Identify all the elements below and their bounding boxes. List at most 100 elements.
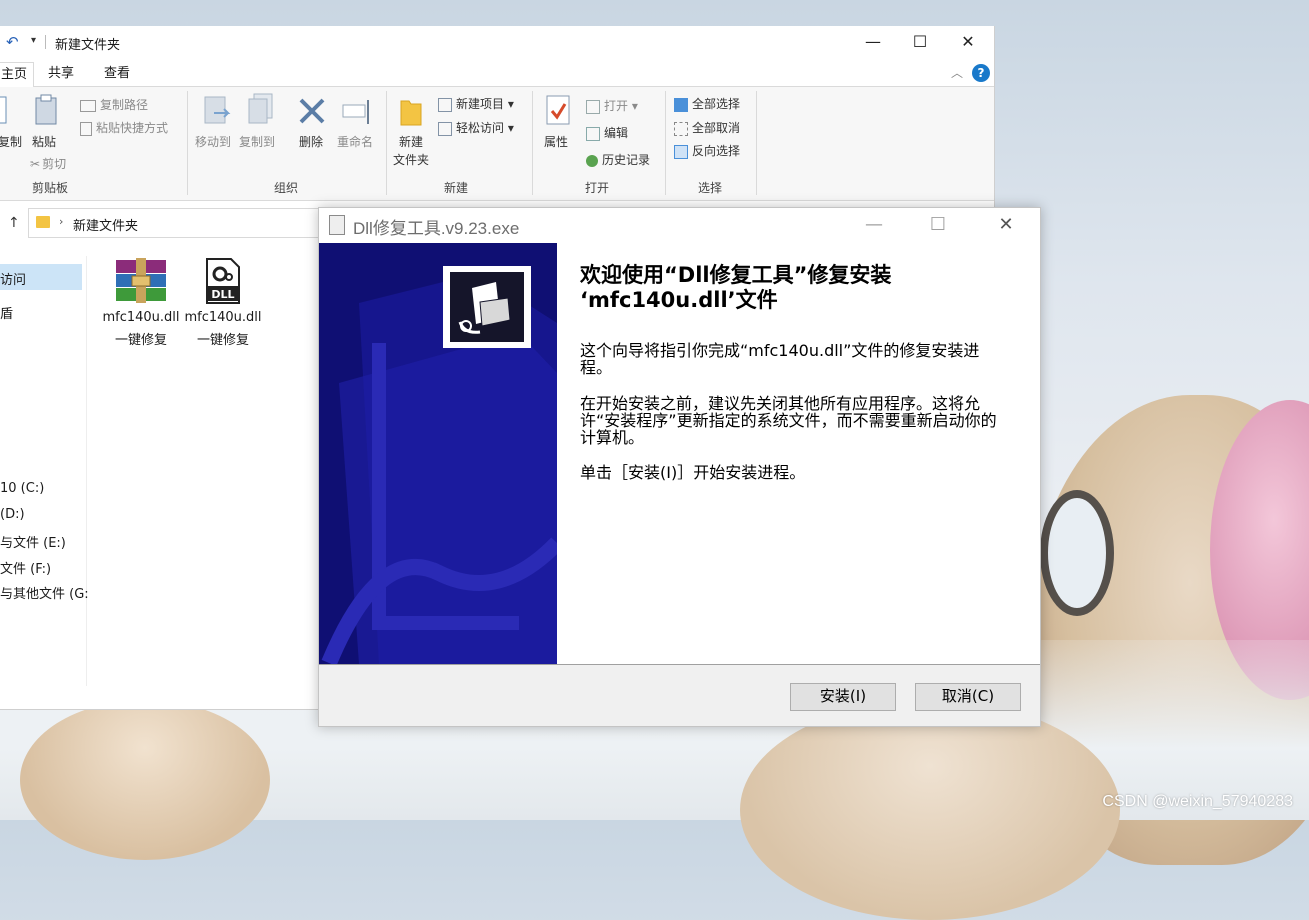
properties-label[interactable]: 属性 xyxy=(544,133,568,150)
ribbon-divider xyxy=(756,91,757,195)
copy-path-button[interactable]: 复制路径 xyxy=(80,96,148,113)
file-name: mfc140u.dll xyxy=(102,310,180,325)
installer-logo-icon xyxy=(450,272,524,342)
invert-selection-button[interactable]: 反向选择 xyxy=(674,142,740,159)
minimize-button[interactable]: — xyxy=(850,28,896,56)
quick-access-dropdown-icon[interactable]: ▾ xyxy=(31,35,36,46)
nav-item-desktop[interactable]: 盾 xyxy=(0,303,13,322)
cancel-button[interactable]: 取消(C) xyxy=(915,683,1021,711)
help-icon[interactable]: ? xyxy=(972,64,990,82)
open-button[interactable]: 打开 ▾ xyxy=(586,97,638,114)
select-group-label: 选择 xyxy=(698,181,723,195)
installer-dialog: Dll修复工具.v9.23.exe — ☐ ✕ 欢迎使用“Dll修复工具”修复安… xyxy=(318,207,1041,727)
select-all-label: 全部选择 xyxy=(692,97,741,111)
rename-icon[interactable] xyxy=(342,99,372,125)
nav-item-drive-e[interactable]: 与文件 (E:) xyxy=(0,532,66,551)
undo-icon[interactable]: ↶ xyxy=(6,33,19,51)
new-group-label: 新建 xyxy=(444,181,469,195)
copy-label[interactable]: 复制 xyxy=(0,133,22,150)
file-item[interactable]: mfc140u.dll 一键修复 xyxy=(101,258,181,348)
up-arrow-icon[interactable]: ↑ xyxy=(8,215,20,231)
select-none-icon xyxy=(674,121,688,136)
nav-item-drive-d[interactable]: (D:) xyxy=(0,507,25,522)
dialog-heading-line-1: 欢迎使用“Dll修复工具”修复安装 xyxy=(580,263,892,287)
properties-icon[interactable] xyxy=(546,95,572,127)
maximize-button[interactable]: ☐ xyxy=(897,28,943,56)
dialog-heading-line-2: ‘mfc140u.dll’文件 xyxy=(580,288,778,312)
copy-to-icon[interactable] xyxy=(246,93,276,127)
ribbon-divider xyxy=(386,91,387,195)
paste-shortcut-button[interactable]: 粘贴快捷方式 xyxy=(80,119,168,136)
dialog-heading: 欢迎使用“Dll修复工具”修复安装 ‘mfc140u.dll’文件 xyxy=(580,263,1020,313)
edit-label: 编辑 xyxy=(604,126,629,140)
dialog-body: 欢迎使用“Dll修复工具”修复安装 ‘mfc140u.dll’文件 这个向导将指… xyxy=(319,243,1040,665)
copy-path-icon xyxy=(80,99,96,112)
paste-label[interactable]: 粘贴 xyxy=(32,133,56,150)
dialog-titlebar: Dll修复工具.v9.23.exe — ☐ ✕ xyxy=(319,208,1040,243)
explorer-titlebar: ↶ ▾ 新建文件夹 — ☐ ✕ xyxy=(0,26,994,58)
new-folder-icon[interactable] xyxy=(399,97,423,127)
ribbon-divider xyxy=(532,91,533,195)
dialog-close-button[interactable]: ✕ xyxy=(983,210,1029,240)
paste-shortcut-label: 粘贴快捷方式 xyxy=(96,121,169,135)
nav-item-drive-f[interactable]: 文件 (F:) xyxy=(0,558,51,577)
tab-home[interactable]: 主页 xyxy=(0,62,34,88)
new-item-button[interactable]: 新建项目 ▾ xyxy=(438,95,514,112)
edit-button[interactable]: 编辑 xyxy=(586,124,628,141)
app-icon xyxy=(329,215,345,235)
open-group-label: 打开 xyxy=(585,181,610,195)
move-to-icon[interactable] xyxy=(202,95,232,127)
file-subtitle: 一键修复 xyxy=(196,333,249,348)
close-button[interactable]: ✕ xyxy=(945,28,991,56)
install-button[interactable]: 安装(I) xyxy=(790,683,896,711)
open-icon xyxy=(586,99,600,114)
invert-selection-label: 反向选择 xyxy=(692,144,741,158)
nav-item-drive-c[interactable]: 10 (C:) xyxy=(0,481,44,496)
move-to-label[interactable]: 移动到 xyxy=(195,133,231,150)
select-all-button[interactable]: 全部选择 xyxy=(674,95,740,112)
explorer-title: 新建文件夹 xyxy=(55,38,121,53)
dll-file-icon: DLL xyxy=(206,258,240,304)
paste-shortcut-icon xyxy=(80,121,92,136)
scissors-icon: ✂ xyxy=(30,157,41,171)
cut-button[interactable]: ✂ 剪切 xyxy=(30,155,66,172)
collapse-ribbon-icon[interactable]: ︿ xyxy=(951,64,963,81)
delete-icon[interactable] xyxy=(298,97,326,125)
organize-group-label: 组织 xyxy=(274,181,299,195)
easy-access-button[interactable]: 轻松访问 ▾ xyxy=(438,119,514,136)
tab-view[interactable]: 查看 xyxy=(100,62,134,86)
svg-text:DLL: DLL xyxy=(211,288,234,301)
rename-label[interactable]: 重命名 xyxy=(337,133,373,150)
address-bar[interactable]: › 新建文件夹 xyxy=(28,208,330,238)
tab-share[interactable]: 共享 xyxy=(44,62,78,86)
dialog-maximize-button[interactable]: ☐ xyxy=(915,210,961,240)
dialog-minimize-button[interactable]: — xyxy=(851,210,897,240)
new-folder-label-1[interactable]: 新建 xyxy=(399,133,423,150)
invert-selection-icon xyxy=(674,144,688,159)
nav-item-quick-access[interactable]: 访问 xyxy=(0,269,26,288)
winrar-archive-icon xyxy=(116,258,166,303)
new-folder-label-2[interactable]: 文件夹 xyxy=(393,151,429,168)
history-button[interactable]: 历史记录 xyxy=(586,151,650,168)
file-subtitle: 一键修复 xyxy=(114,333,167,348)
cut-label: 剪切 xyxy=(42,157,67,171)
ribbon-tabs: 主页 共享 查看 xyxy=(0,58,994,88)
delete-label[interactable]: 删除 xyxy=(299,133,323,150)
copy-icon[interactable] xyxy=(0,95,10,125)
paste-icon[interactable] xyxy=(34,94,58,126)
dialog-paragraph-2: 在开始安装之前，建议先关闭其他所有应用程序。这将允许“安装程序”更新指定的系统文… xyxy=(580,394,997,447)
chevron-right-icon[interactable]: › xyxy=(59,215,63,228)
file-item[interactable]: DLL mfc140u.dll 一键修复 xyxy=(183,258,263,348)
ribbon-divider xyxy=(665,91,666,195)
nav-item-drive-g[interactable]: 与其他文件 (G: xyxy=(0,583,89,602)
folder-icon xyxy=(36,216,50,228)
ribbon: 复制 粘贴 复制路径 粘贴快捷方式 ✂ 剪切 剪贴板 移动到 复制到 删除 重命名 xyxy=(0,87,994,201)
copy-to-label[interactable]: 复制到 xyxy=(239,133,275,150)
easy-access-icon xyxy=(438,121,452,136)
file-name: mfc140u.dll xyxy=(184,310,262,325)
installer-banner xyxy=(319,243,557,664)
select-none-button[interactable]: 全部取消 xyxy=(674,119,740,136)
edit-icon xyxy=(586,126,600,141)
easy-access-label: 轻松访问 ▾ xyxy=(456,121,514,135)
dialog-paragraph-3: 单击［安装(I)］开始安装进程。 xyxy=(580,463,806,482)
